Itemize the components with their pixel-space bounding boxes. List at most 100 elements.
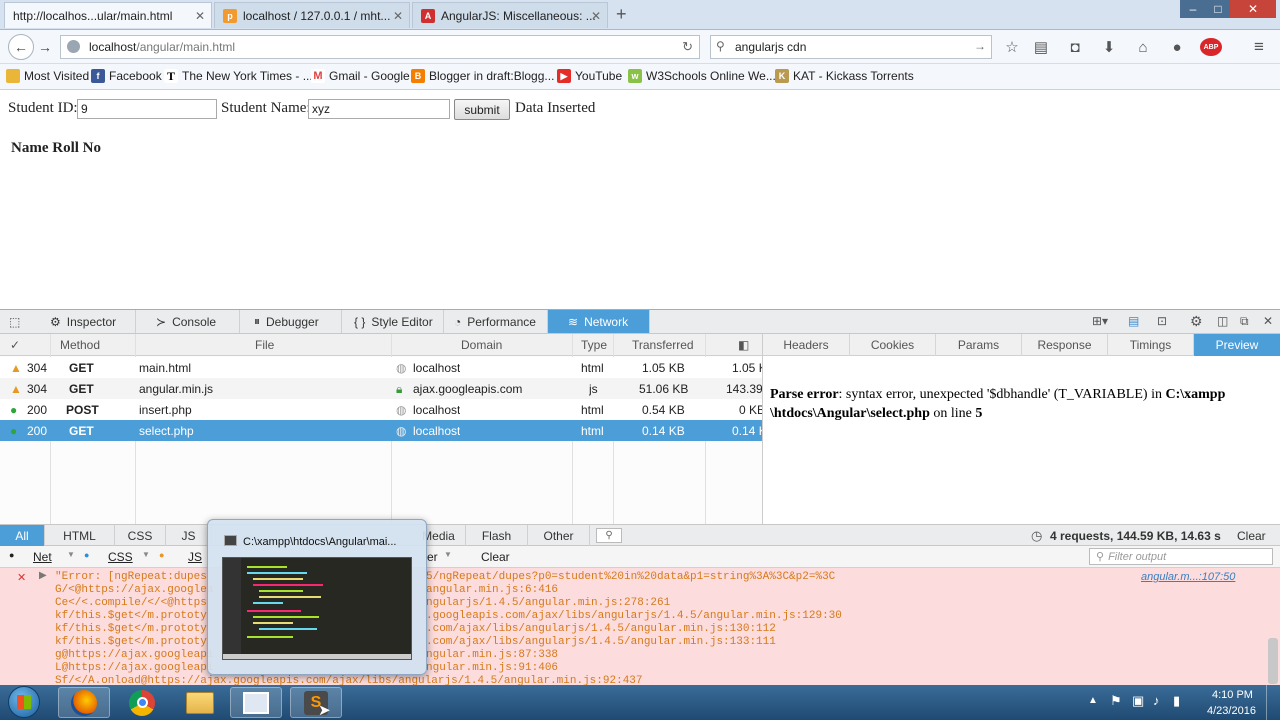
forward-icon[interactable]: →: [38, 39, 52, 55]
taskbar-window[interactable]: [230, 687, 282, 718]
taskbar-thumbnail-preview[interactable]: C:\xampp\htdocs\Angular\mai...: [207, 519, 427, 675]
chat-icon[interactable]: ●: [1168, 38, 1186, 56]
minimize-icon[interactable]: –: [1180, 0, 1206, 18]
filter-search-icon[interactable]: ⚲: [596, 528, 622, 543]
close-devtools-icon[interactable]: ✕: [1263, 314, 1273, 328]
tab-cookies[interactable]: Cookies: [850, 334, 936, 356]
show-desktop-button[interactable]: [1266, 685, 1280, 720]
tab-main-html[interactable]: http://localhos...ular/main.html ✕: [4, 2, 212, 28]
settings-gear-icon[interactable]: ⚙: [1190, 313, 1203, 330]
download-icon[interactable]: ⬇: [1100, 38, 1118, 56]
close-window-icon[interactable]: ✕: [1230, 0, 1276, 18]
column-method[interactable]: Method: [60, 338, 100, 352]
close-icon[interactable]: ✕: [591, 9, 601, 23]
dropdown-arrow-icon[interactable]: ▼: [142, 550, 150, 559]
filter-other[interactable]: Other: [528, 525, 590, 546]
tab-phpmyadmin[interactable]: p localhost / 127.0.0.1 / mht... ✕: [214, 2, 410, 28]
tab-angularjs-docs[interactable]: A AngularJS: Miscellaneous: ... ✕: [412, 2, 608, 28]
console-filter-logging-tail[interactable]: er: [427, 550, 438, 564]
clear-console-button[interactable]: Clear: [481, 550, 510, 564]
close-icon[interactable]: ✕: [195, 9, 205, 23]
tray-speaker-icon[interactable]: ♪: [1153, 693, 1160, 708]
dropdown-arrow-icon[interactable]: ▼: [444, 550, 452, 559]
tab-network[interactable]: ≋ Network: [548, 310, 650, 333]
screenshot-icon[interactable]: ⊡: [1157, 314, 1167, 328]
bookmark-blogger[interactable]: B Blogger in draft:Blogg...: [411, 69, 554, 83]
taskbar-explorer[interactable]: [174, 687, 226, 718]
pocket-icon[interactable]: ◘: [1066, 38, 1084, 56]
home-icon[interactable]: ⌂: [1134, 38, 1152, 56]
console-scrollbar[interactable]: [1268, 638, 1278, 684]
console-filter-js[interactable]: JS: [188, 550, 202, 564]
tab-headers[interactable]: Headers: [763, 334, 850, 356]
tab-performance[interactable]: ◔ Performance: [444, 310, 548, 333]
layout-icon[interactable]: ⊞▾: [1092, 314, 1108, 328]
column-type[interactable]: Type: [581, 338, 607, 352]
table-row[interactable]: ▲ 304 GET main.html ◍ localhost html 1.0…: [0, 357, 767, 378]
student-id-input[interactable]: 9: [77, 99, 217, 119]
maximize-icon[interactable]: □: [1206, 0, 1230, 18]
adblock-icon[interactable]: ABP: [1200, 38, 1222, 56]
back-icon[interactable]: ←: [8, 34, 34, 60]
column-options-icon[interactable]: ◧: [738, 338, 749, 352]
filter-html[interactable]: HTML: [45, 525, 115, 546]
responsive-icon[interactable]: ▤: [1128, 314, 1139, 328]
table-row-selected[interactable]: ● 200 GET select.php ◍ localhost html 0.…: [0, 420, 767, 441]
expand-arrow-icon[interactable]: ▶: [39, 570, 47, 581]
tab-console[interactable]: ≻ Console: [136, 310, 240, 333]
tab-params[interactable]: Params: [936, 334, 1022, 356]
tab-debugger[interactable]: ⏸ Debugger: [240, 310, 342, 333]
pick-element-icon[interactable]: ⬚: [9, 315, 20, 329]
start-button[interactable]: [2, 684, 46, 720]
search-input[interactable]: ⚲ angularjs cdn →: [710, 35, 992, 59]
tray-network-icon[interactable]: ▮: [1173, 693, 1180, 709]
tray-expand-icon[interactable]: ▲: [1088, 695, 1098, 706]
tab-style-editor[interactable]: { } Style Editor: [342, 310, 444, 333]
bookmark-star-icon[interactable]: ☆: [1003, 38, 1021, 56]
console-filter-net[interactable]: Net: [33, 550, 52, 564]
go-arrow-icon[interactable]: →: [974, 39, 986, 53]
filter-all[interactable]: All: [0, 525, 45, 546]
bookmark-facebook[interactable]: f Facebook: [91, 69, 162, 83]
url-input[interactable]: localhost/angular/main.html ↻: [60, 35, 700, 59]
taskbar-chrome[interactable]: [116, 687, 168, 718]
taskbar-sublime[interactable]: S: [290, 687, 342, 718]
column-domain[interactable]: Domain: [461, 338, 502, 352]
menu-icon[interactable]: ≡: [1250, 37, 1268, 56]
taskbar-firefox[interactable]: [58, 687, 110, 718]
tab-response[interactable]: Response: [1022, 334, 1108, 356]
submit-button[interactable]: submit: [454, 99, 510, 120]
reload-icon[interactable]: ↻: [682, 39, 693, 55]
console-source-link[interactable]: angular.m...:107:50: [1141, 571, 1235, 583]
clock-time[interactable]: 4:10 PM: [1212, 689, 1253, 701]
bookmark-w3schools[interactable]: w W3Schools Online We...: [628, 69, 776, 83]
clear-network-button[interactable]: Clear: [1237, 529, 1266, 543]
bookmark-gmail[interactable]: M Gmail - Google: [311, 69, 410, 83]
column-transferred[interactable]: Transferred: [632, 338, 694, 352]
table-row[interactable]: ● 200 POST insert.php ◍ localhost html 0…: [0, 399, 765, 420]
tray-device-icon[interactable]: ▣: [1132, 693, 1144, 709]
close-icon[interactable]: ✕: [393, 9, 403, 23]
bookmark-youtube[interactable]: ▶ YouTube: [557, 69, 622, 83]
filter-flash[interactable]: Flash: [466, 525, 528, 546]
dock-side-icon[interactable]: ◫: [1217, 314, 1228, 328]
filter-output-input[interactable]: ⚲ Filter output: [1089, 548, 1273, 565]
filter-css[interactable]: CSS: [115, 525, 166, 546]
bookmark-nytimes[interactable]: T The New York Times - ...: [164, 69, 313, 83]
bookmark-most-visited[interactable]: Most Visited: [6, 69, 89, 83]
undock-icon[interactable]: ⧉: [1240, 314, 1249, 329]
table-row[interactable]: ▲ 304 GET angular.min.js 🔒︎ ajax.googlea…: [0, 378, 763, 399]
console-filter-css[interactable]: CSS: [108, 550, 133, 564]
reading-list-icon[interactable]: ▤: [1032, 38, 1050, 56]
column-file[interactable]: File: [255, 338, 274, 352]
tab-preview[interactable]: Preview: [1194, 334, 1280, 356]
tray-flag-icon[interactable]: ⚑: [1110, 693, 1122, 709]
bookmark-kat[interactable]: K KAT - Kickass Torrents: [775, 69, 914, 83]
tab-inspector[interactable]: ⚙ Inspector: [30, 310, 136, 333]
clock-date[interactable]: 4/23/2016: [1207, 705, 1256, 717]
student-name-input[interactable]: xyz: [308, 99, 450, 119]
new-tab-button[interactable]: +: [616, 4, 627, 25]
dropdown-arrow-icon[interactable]: ▼: [67, 550, 75, 559]
filter-js[interactable]: JS: [166, 525, 212, 546]
tab-timings[interactable]: Timings: [1108, 334, 1194, 356]
